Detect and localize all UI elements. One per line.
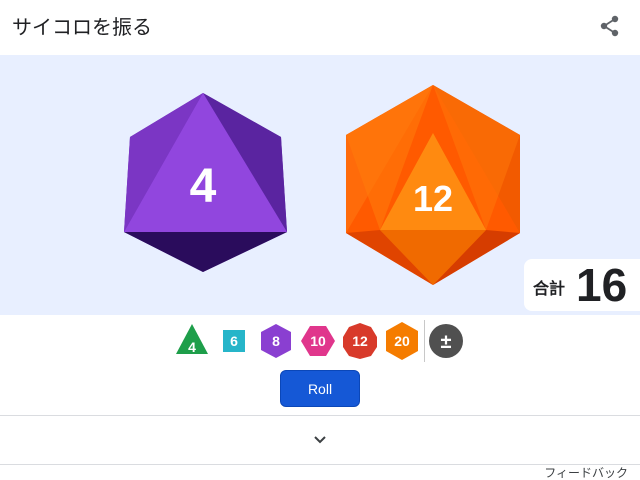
d4-label: 4: [188, 339, 196, 355]
feedback-link[interactable]: フィードバック: [544, 466, 628, 480]
d20-value: 12: [412, 178, 454, 219]
divider: [0, 415, 640, 416]
share-button[interactable]: [596, 12, 624, 40]
header: サイコロを振る: [0, 0, 640, 55]
add-d20-button[interactable]: 20: [382, 318, 422, 364]
d8-label: 8: [272, 333, 280, 349]
modifier-label: ±: [440, 331, 452, 353]
dice-selector: 4 6 8 10 12 20 ±: [0, 318, 640, 368]
dice-stage: 4 12 合計 16: [0, 55, 640, 315]
selector-divider: [424, 320, 425, 362]
expand-button[interactable]: [308, 428, 332, 452]
total-label: 合計: [533, 281, 566, 298]
add-d10-button[interactable]: 10: [298, 318, 338, 364]
roll-button[interactable]: Roll: [280, 370, 360, 407]
add-d6-button[interactable]: 6: [214, 318, 254, 364]
add-d8-button[interactable]: 8: [256, 318, 296, 364]
d6-label: 6: [230, 333, 238, 349]
d20-label: 20: [394, 333, 410, 349]
total-box: 合計 16: [524, 259, 640, 311]
divider: [0, 464, 640, 465]
d10-label: 10: [310, 333, 326, 349]
d8-value: 4: [189, 160, 217, 213]
dice-roller-widget: サイコロを振る 4 12 合計 16 4 6 8 10 12 20 ± Roll…: [0, 0, 640, 480]
page-title: サイコロを振る: [12, 17, 152, 39]
total-value: 16: [576, 259, 628, 311]
chevron-down-icon: [314, 436, 326, 444]
share-icon: [600, 15, 619, 37]
modifier-button[interactable]: ±: [426, 318, 466, 364]
add-d4-button[interactable]: 4: [172, 318, 212, 364]
add-d12-button[interactable]: 12: [340, 318, 380, 364]
d12-label: 12: [352, 333, 368, 349]
